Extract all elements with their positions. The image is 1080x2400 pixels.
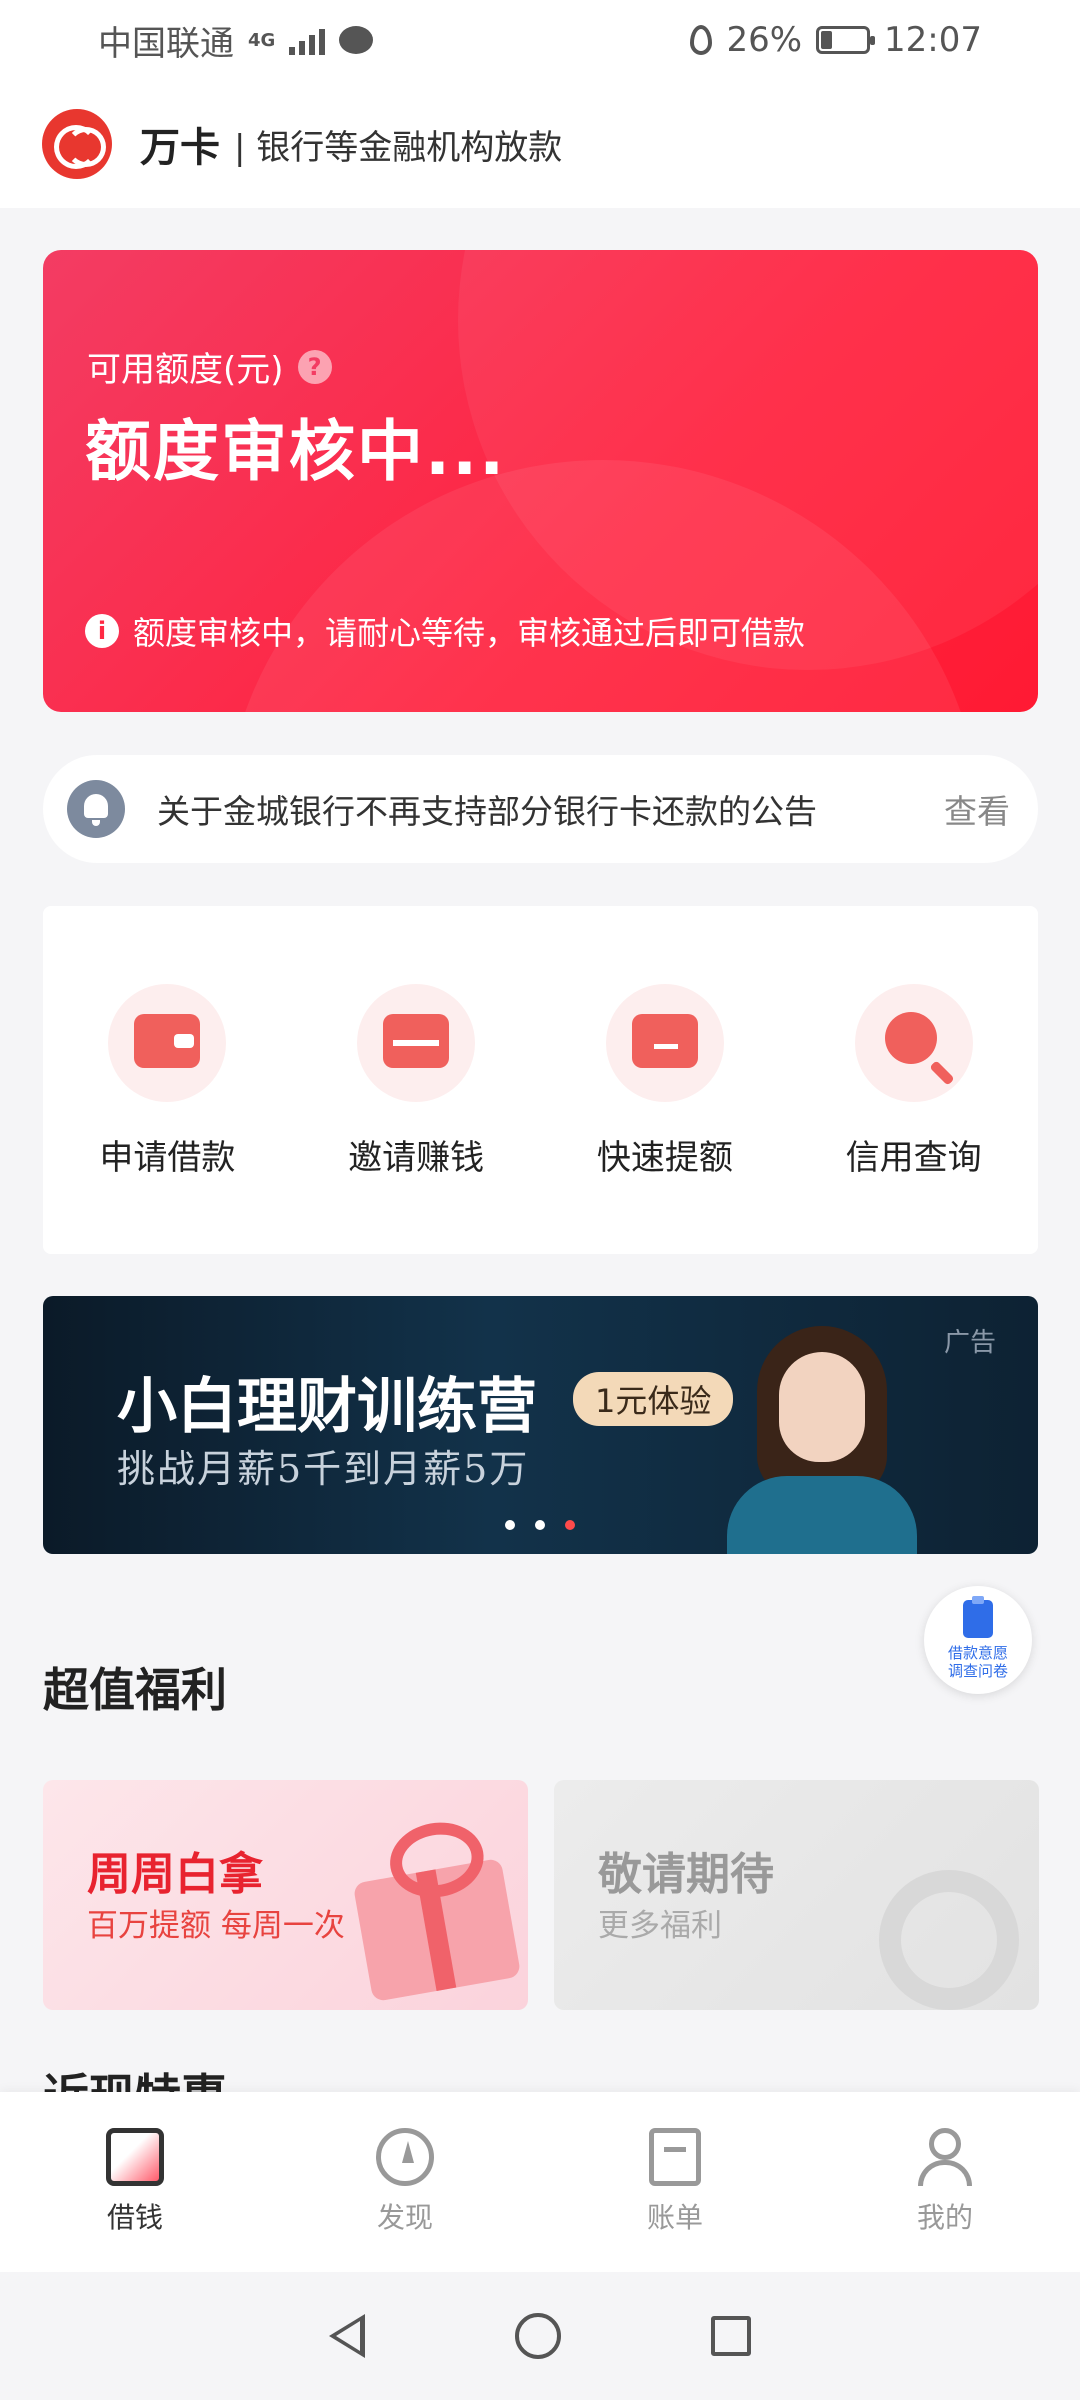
credit-tip: 额度审核中，请耐心等待，审核通过后即可借款 bbox=[133, 614, 806, 652]
carousel-dot bbox=[505, 1520, 515, 1530]
placeholder-icon bbox=[879, 1870, 1019, 2010]
nav-item-borrow[interactable]: 借钱 bbox=[35, 2128, 235, 2236]
compass-icon bbox=[376, 2128, 434, 2186]
credit-status: 额度审核中... bbox=[85, 413, 507, 490]
nav-label: 借钱 bbox=[106, 2201, 163, 2234]
notice-bar[interactable]: 关于金城银行不再支持部分银行卡还款的公告 查看 bbox=[43, 755, 1038, 863]
credit-tip-row: i 额度审核中，请耐心等待，审核通过后即可借款 bbox=[85, 608, 805, 654]
network-type: 4G bbox=[248, 29, 276, 51]
home-icon[interactable] bbox=[515, 2313, 561, 2359]
nav-item-bill[interactable]: 账单 bbox=[575, 2128, 775, 2236]
carousel-dot bbox=[565, 1520, 575, 1530]
benefit-card-coming-soon: 敬请期待 更多福利 bbox=[554, 1780, 1039, 2010]
nav-label: 我的 bbox=[916, 2201, 973, 2234]
wallet-icon bbox=[134, 1014, 201, 1068]
action-label: 邀请赚钱 bbox=[348, 1138, 485, 1178]
benefits-section-title: 超值福利 bbox=[43, 1663, 227, 1717]
signal-icon bbox=[289, 25, 326, 55]
notice-text: 关于金城银行不再支持部分银行卡还款的公告 bbox=[157, 792, 817, 831]
survey-label-1: 借款意愿 bbox=[947, 1644, 1008, 1662]
envelope-icon bbox=[383, 1014, 450, 1068]
action-raise-limit[interactable]: 快速提额 bbox=[555, 984, 775, 1254]
status-left: 中国联通 4G bbox=[98, 16, 374, 65]
carousel-dots bbox=[505, 1520, 575, 1530]
chat-icon bbox=[339, 26, 374, 54]
app-header: 万卡 | 银行等金融机构放款 bbox=[0, 80, 1080, 208]
help-icon[interactable]: ? bbox=[297, 349, 332, 384]
action-apply-loan[interactable]: 申请借款 bbox=[57, 984, 277, 1254]
battery-fill bbox=[821, 31, 833, 49]
bill-icon bbox=[649, 2128, 701, 2186]
brand-logo-icon bbox=[42, 109, 112, 179]
survey-label-2: 调查问卷 bbox=[947, 1662, 1008, 1680]
location-icon bbox=[690, 25, 713, 55]
clipboard-icon bbox=[963, 1596, 993, 1638]
benefit-title: 敬请期待 bbox=[598, 1849, 774, 1900]
bell-icon bbox=[67, 780, 125, 838]
banner-subtitle: 挑战月薪5千到月薪5万 bbox=[117, 1447, 530, 1491]
gift-icon bbox=[352, 1857, 522, 2003]
credit-label: 可用额度(元) bbox=[87, 350, 284, 390]
action-icon-bg bbox=[357, 984, 476, 1102]
action-label: 申请借款 bbox=[99, 1138, 236, 1178]
action-icon-bg bbox=[605, 984, 724, 1102]
action-label: 信用查询 bbox=[845, 1138, 982, 1178]
nav-item-discover[interactable]: 发现 bbox=[305, 2128, 505, 2236]
box-icon bbox=[631, 1014, 698, 1068]
ad-tag: 广告 bbox=[943, 1328, 996, 1358]
promo-banner[interactable]: 小白理财训练营 1元体验 挑战月薪5千到月薪5万 广告 bbox=[43, 1296, 1038, 1554]
nav-label: 账单 bbox=[646, 2201, 703, 2234]
benefit-subtitle: 更多福利 bbox=[598, 1908, 722, 1944]
clock: 12:07 bbox=[884, 20, 982, 60]
benefit-card-weekly[interactable]: 周周白拿 百万提额 每周一次 bbox=[43, 1780, 528, 2010]
brand-subtitle: | 银行等金融机构放款 bbox=[234, 127, 563, 168]
info-icon: i bbox=[85, 614, 119, 648]
nav-label: 发现 bbox=[376, 2201, 433, 2234]
banner-badge: 1元体验 bbox=[573, 1372, 734, 1426]
bottom-nav: 借钱 发现 账单 我的 bbox=[0, 2092, 1080, 2272]
action-label: 快速提额 bbox=[596, 1138, 733, 1178]
quick-actions: 申请借款 邀请赚钱 快速提额 信用查询 bbox=[43, 906, 1038, 1254]
action-icon-bg bbox=[108, 984, 227, 1102]
user-icon bbox=[916, 2128, 974, 2186]
battery-percent: 26% bbox=[726, 20, 803, 60]
credit-limit-card[interactable]: 可用额度(元) ? 额度审核中... i 额度审核中，请耐心等待，审核通过后即可… bbox=[43, 250, 1038, 712]
status-bar: 中国联通 4G 26% 12:07 bbox=[0, 0, 1080, 80]
action-credit-query[interactable]: 信用查询 bbox=[804, 984, 1024, 1254]
app-screen: 中国联通 4G 26% 12:07 万卡 | 银行等金融机构放款 可用额度(元)… bbox=[0, 0, 1080, 2400]
benefit-subtitle: 百万提额 每周一次 bbox=[87, 1908, 345, 1944]
benefit-title: 周周白拿 bbox=[87, 1849, 263, 1900]
wallet-icon bbox=[106, 2128, 164, 2186]
brand-name: 万卡 bbox=[140, 125, 220, 171]
recent-apps-icon[interactable] bbox=[711, 2316, 751, 2356]
carousel-dot bbox=[535, 1520, 545, 1530]
action-icon-bg bbox=[854, 984, 973, 1102]
nav-item-mine[interactable]: 我的 bbox=[845, 2128, 1045, 2236]
carrier-name: 中国联通 bbox=[98, 23, 234, 64]
system-nav-bar bbox=[0, 2272, 1080, 2400]
credit-label-row: 可用额度(元) ? bbox=[87, 342, 332, 391]
action-invite-earn[interactable]: 邀请赚钱 bbox=[306, 984, 526, 1254]
notice-view-link[interactable]: 查看 bbox=[944, 785, 1010, 833]
back-icon[interactable] bbox=[329, 2314, 365, 2358]
search-icon bbox=[884, 1012, 937, 1064]
banner-title: 小白理财训练营 bbox=[117, 1372, 537, 1442]
status-right: 26% 12:07 bbox=[690, 20, 982, 60]
battery-icon bbox=[816, 26, 876, 54]
presenter-image bbox=[727, 1326, 917, 1554]
survey-float-button[interactable]: 借款意愿 调查问卷 bbox=[924, 1586, 1032, 1694]
